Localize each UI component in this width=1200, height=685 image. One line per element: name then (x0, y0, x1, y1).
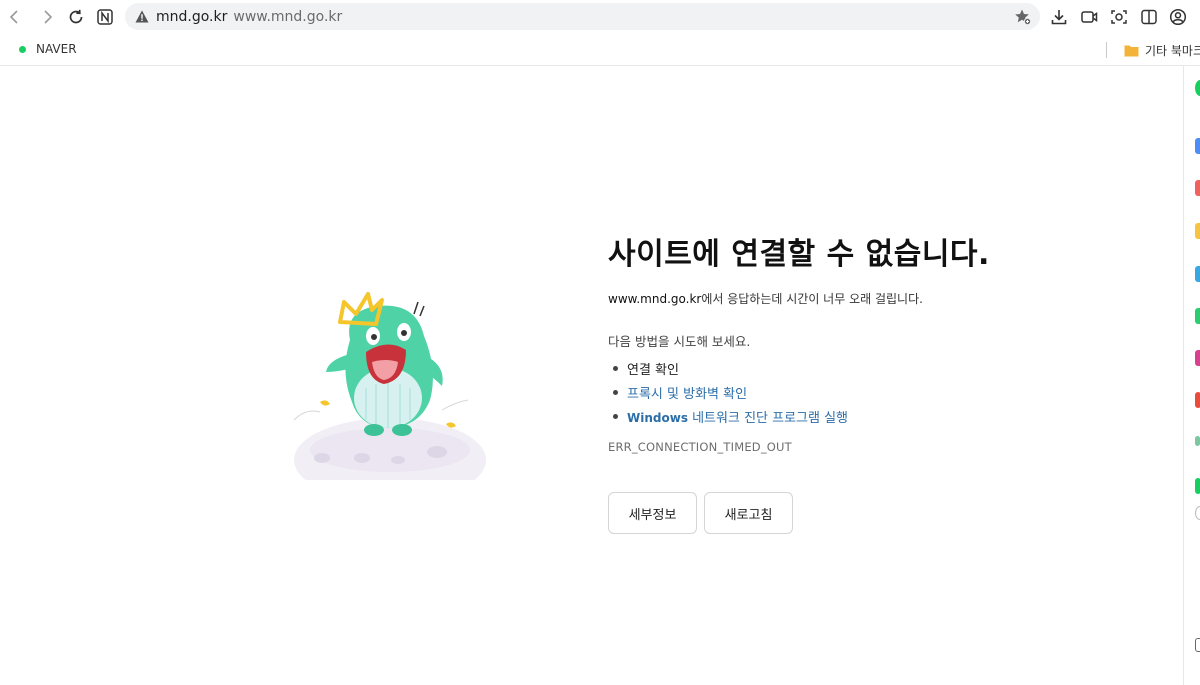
suggestion-item: Windows 네트워크 진단 프로그램 실행 (613, 404, 848, 428)
sidebar-app-icon[interactable] (1195, 392, 1200, 408)
bullet-icon (613, 413, 618, 419)
sidebar-app-icon[interactable] (1195, 266, 1200, 282)
naver-dot-icon (19, 45, 26, 53)
address-url: www.mnd.go.kr (233, 8, 343, 25)
bookmarks-bar: NAVER 기타 북마크 (0, 34, 1200, 66)
bookmarks-divider (1106, 42, 1107, 58)
sidebar-add-icon[interactable] (1195, 506, 1200, 520)
reload-page-button[interactable]: 새로고침 (704, 492, 793, 534)
sidebar-app-icon[interactable] (1195, 436, 1200, 446)
chevron-right-icon (44, 10, 53, 24)
video-icon (1081, 11, 1098, 23)
error-description: www.mnd.go.kr에서 응답하는데 시간이 너무 오래 걸립니다. (608, 290, 923, 307)
sidebar-app-icon[interactable] (1195, 478, 1200, 494)
naver-home-icon (97, 9, 113, 25)
windows-label: Windows (627, 410, 688, 425)
warning-icon[interactable] (134, 9, 150, 25)
bullet-icon (613, 389, 618, 395)
bookmark-label: NAVER (36, 42, 77, 56)
video-button[interactable] (1078, 6, 1100, 28)
error-title: 사이트에 연결할 수 없습니다. (608, 237, 990, 272)
back-button[interactable] (3, 5, 27, 29)
sidebar-app-icon[interactable] (1195, 138, 1200, 154)
profile-button[interactable] (1167, 6, 1189, 28)
address-domain: mnd.go.kr (156, 8, 228, 25)
error-host: www.mnd.go.kr (608, 292, 702, 306)
profile-icon (1169, 8, 1187, 26)
reload-button[interactable] (64, 5, 88, 29)
split-view-icon (1141, 9, 1157, 25)
address-bar[interactable]: mnd.go.kr www.mnd.go.kr (125, 3, 1040, 30)
try-suggestions-heading: 다음 방법을 시도해 보세요. (608, 334, 751, 349)
suggestion-proxy-firewall-link[interactable]: 프록시 및 방화벽 확인 (627, 383, 747, 402)
bullet-icon (613, 365, 618, 371)
suggestion-item: 연결 확인 (613, 356, 848, 380)
home-button[interactable] (93, 5, 117, 29)
suggestion-check-connection: 연결 확인 (627, 362, 679, 378)
bookmark-other-label: 기타 북마크 (1145, 44, 1200, 58)
suggestions-list: 연결 확인 프록시 및 방화벽 확인 Windows 네트워크 진단 프로그램 … (613, 356, 848, 428)
capture-button[interactable] (1108, 6, 1130, 28)
error-mascot-illustration (280, 280, 500, 502)
screen-capture-icon (1111, 10, 1127, 24)
download-icon (1051, 10, 1067, 25)
network-diagnostics-text: 네트워크 진단 프로그램 실행 (687, 410, 849, 426)
bookmark-other-folder[interactable]: 기타 북마크 (1124, 42, 1200, 59)
side-panel (1183, 66, 1200, 685)
sidebar-settings-icon[interactable] (1195, 638, 1200, 652)
download-button[interactable] (1048, 6, 1070, 28)
error-code: ERR_CONNECTION_TIMED_OUT (608, 440, 792, 454)
forward-button[interactable] (35, 5, 59, 29)
chevron-left-icon (9, 10, 18, 24)
bookmark-star-icon[interactable] (1014, 8, 1032, 26)
folder-icon (1124, 45, 1139, 57)
sidebar-app-icon[interactable] (1195, 223, 1200, 239)
reload-icon (69, 9, 83, 24)
error-description-text: 에서 응답하는데 시간이 너무 오래 걸립니다. (701, 292, 923, 306)
details-button[interactable]: 세부정보 (608, 492, 697, 534)
bookmark-naver[interactable]: NAVER (19, 42, 77, 56)
browser-toolbar: mnd.go.kr www.mnd.go.kr (0, 0, 1200, 34)
sidebar-app-icon[interactable] (1195, 180, 1200, 196)
sidebar-app-icon[interactable] (1195, 308, 1200, 324)
split-view-button[interactable] (1138, 6, 1160, 28)
sidebar-naver-icon[interactable] (1195, 80, 1200, 96)
suggestion-network-diagnostics-link[interactable]: Windows 네트워크 진단 프로그램 실행 (627, 407, 848, 426)
suggestion-item: 프록시 및 방화벽 확인 (613, 380, 848, 404)
sidebar-app-icon[interactable] (1195, 350, 1200, 366)
